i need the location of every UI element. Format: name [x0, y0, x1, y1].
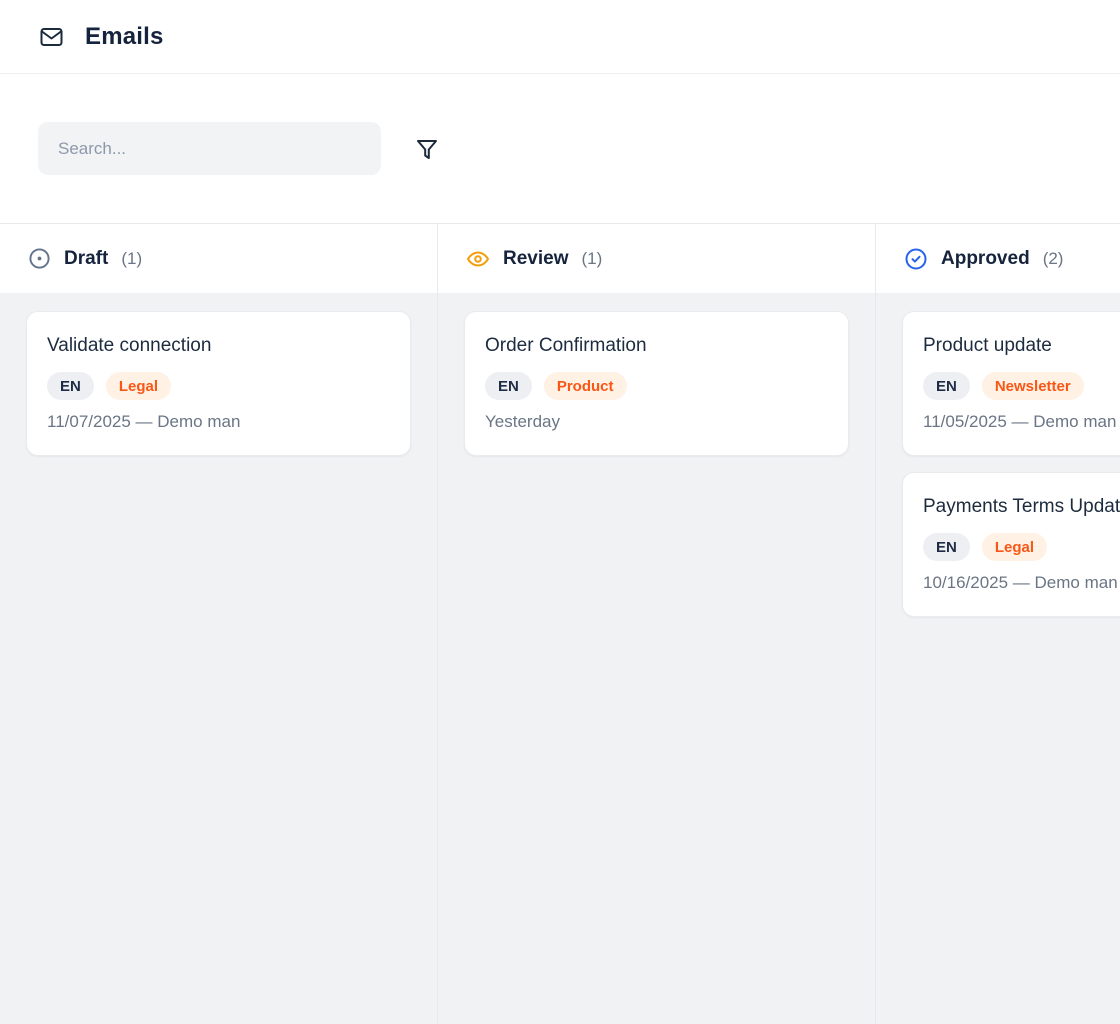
mail-icon	[38, 25, 65, 49]
column-title: Approved	[941, 248, 1030, 270]
card-title: Validate connection	[47, 335, 390, 357]
check-circle-icon	[904, 247, 928, 271]
column-title: Review	[503, 248, 568, 270]
card-meta: 11/07/2025 — Demo man	[47, 412, 390, 432]
column-count: (2)	[1043, 249, 1064, 269]
card-meta: Yesterday	[485, 412, 828, 432]
column-draft: Draft (1) Validate connection EN Legal 1…	[0, 224, 438, 1024]
search-input[interactable]	[38, 122, 381, 175]
column-draft-body: Validate connection EN Legal 11/07/2025 …	[0, 293, 437, 1024]
language-badge: EN	[47, 372, 94, 400]
card-badges: EN Product	[485, 372, 828, 400]
kanban-board: Draft (1) Validate connection EN Legal 1…	[0, 224, 1120, 1024]
email-card[interactable]: Product update EN Newsletter 11/05/2025 …	[902, 311, 1120, 456]
card-title: Payments Terms Update	[923, 496, 1120, 518]
card-badges: EN Legal	[923, 533, 1120, 561]
card-meta: 11/05/2025 — Demo man	[923, 412, 1120, 432]
filter-button[interactable]	[415, 137, 439, 161]
column-count: (1)	[121, 249, 142, 269]
page-title: Emails	[85, 23, 164, 51]
column-approved-header: Approved (2)	[876, 224, 1120, 293]
email-card[interactable]: Validate connection EN Legal 11/07/2025 …	[26, 311, 411, 456]
language-badge: EN	[923, 372, 970, 400]
app-header: Emails	[0, 0, 1120, 74]
email-card[interactable]: Payments Terms Update EN Legal 10/16/202…	[902, 472, 1120, 617]
tag-badge: Newsletter	[982, 372, 1084, 400]
card-title: Order Confirmation	[485, 335, 828, 357]
card-badges: EN Newsletter	[923, 372, 1120, 400]
tag-badge: Legal	[106, 372, 171, 400]
language-badge: EN	[485, 372, 532, 400]
tag-badge: Legal	[982, 533, 1047, 561]
card-title: Product update	[923, 335, 1120, 357]
email-card[interactable]: Order Confirmation EN Product Yesterday	[464, 311, 849, 456]
eye-icon	[466, 247, 490, 271]
column-approved-body: Product update EN Newsletter 11/05/2025 …	[876, 293, 1120, 1024]
emails-app: Emails Draft (1)	[0, 0, 1120, 1024]
column-draft-header: Draft (1)	[0, 224, 437, 293]
toolbar	[0, 74, 1120, 224]
filter-icon	[415, 137, 439, 161]
card-meta: 10/16/2025 — Demo man	[923, 573, 1120, 593]
tag-badge: Product	[544, 372, 627, 400]
column-count: (1)	[581, 249, 602, 269]
column-review: Review (1) Order Confirmation EN Product…	[438, 224, 876, 1024]
circle-dot-icon	[28, 247, 51, 270]
column-review-header: Review (1)	[438, 224, 875, 293]
card-badges: EN Legal	[47, 372, 390, 400]
language-badge: EN	[923, 533, 970, 561]
column-title: Draft	[64, 248, 108, 270]
column-review-body: Order Confirmation EN Product Yesterday	[438, 293, 875, 1024]
column-approved: Approved (2) Product update EN Newslette…	[876, 224, 1120, 1024]
